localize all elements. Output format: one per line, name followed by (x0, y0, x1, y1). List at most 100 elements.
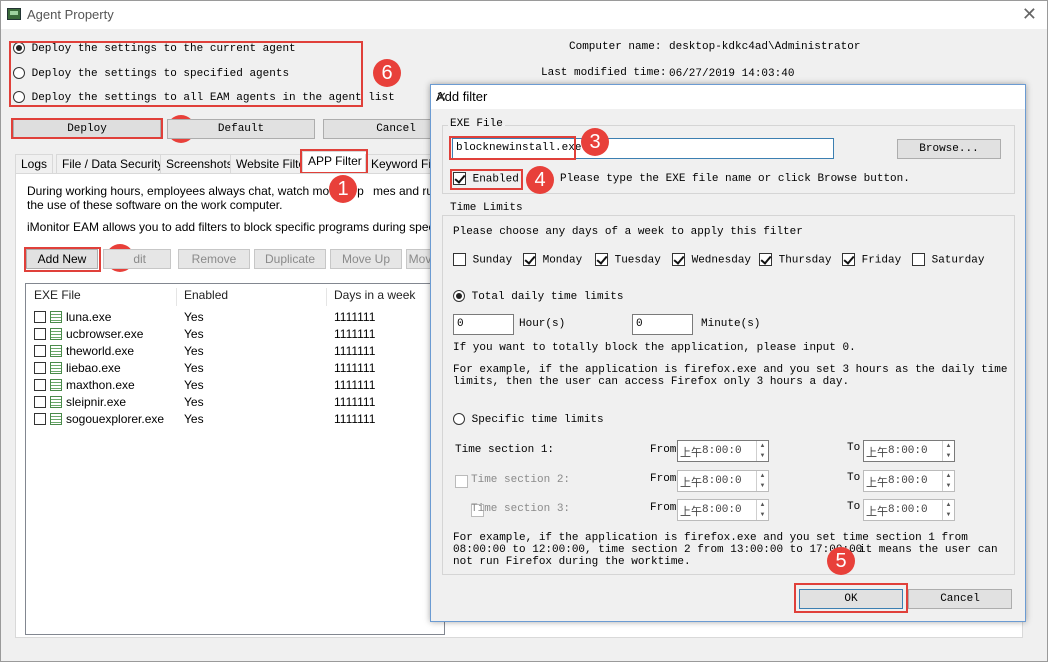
table-row[interactable]: luna.exe Yes 1111111 (26, 309, 426, 326)
time-section-1-from-picker[interactable]: 上午 8:00:0 ▲ ▼ (677, 440, 769, 462)
row-enabled: Yes (184, 344, 204, 358)
time-section-2-to: To (847, 472, 861, 484)
app-icon (7, 8, 21, 20)
table-icon (50, 311, 62, 323)
row-days: 1111111 (334, 395, 376, 409)
row-enabled: Yes (184, 395, 204, 409)
description-line-3: iMonitor EAM allows you to add filters t… (27, 220, 479, 234)
time-section-3-from-picker[interactable]: 上午 8:00:0 ▲ ▼ (677, 499, 769, 521)
row-exe: theworld.exe (66, 344, 135, 358)
day-tuesday[interactable]: Tuesday (595, 253, 661, 266)
row-days: 1111111 (334, 344, 376, 358)
day-checkbox[interactable] (842, 253, 855, 266)
time-section-3-to-picker[interactable]: 上午 8:00:0 ▲ ▼ (863, 499, 955, 521)
row-checkbox[interactable] (34, 362, 46, 374)
day-label: Thursday (778, 254, 832, 267)
table-row[interactable]: liebao.exe Yes 1111111 (26, 360, 426, 377)
window-title: Agent Property (27, 7, 114, 22)
move-up-button[interactable]: Move Up (330, 249, 402, 269)
radio-total-limits[interactable] (453, 290, 465, 302)
dialog-close-icon[interactable]: ✕ (436, 89, 1013, 105)
time-section-1-to-picker[interactable]: 上午 8:00:0 ▲ ▼ (863, 440, 955, 462)
row-exe: sogouexplorer.exe (66, 412, 165, 426)
column-days[interactable]: Days in a week (334, 288, 415, 306)
table-row[interactable]: sleipnir.exe Yes 1111111 (26, 394, 426, 411)
day-monday[interactable]: Monday (523, 253, 582, 266)
day-label: Monday (542, 254, 583, 267)
table-row[interactable]: ucbrowser.exe Yes 1111111 (26, 326, 426, 343)
remove-button[interactable]: Remove (178, 249, 250, 269)
table-icon (50, 396, 62, 408)
time-section-1-from: From (650, 444, 677, 456)
annotation-box-enabled (450, 169, 523, 190)
row-checkbox[interactable] (34, 396, 46, 408)
tab-keyword-filter[interactable]: Keyword Filte (365, 154, 435, 174)
row-checkbox[interactable] (34, 345, 46, 357)
time-section-2-from-picker[interactable]: 上午 8:00:0 ▲ ▼ (677, 470, 769, 492)
annotation-box-ok (794, 583, 908, 613)
annotation-badge-5: 5 (827, 547, 855, 575)
duplicate-button[interactable]: Duplicate (254, 249, 326, 269)
day-wednesday[interactable]: Wednesday (672, 253, 751, 266)
day-label: Saturday (931, 254, 985, 267)
spinner-icon[interactable]: ▲ ▼ (942, 500, 954, 520)
spinner-icon[interactable]: ▲ ▼ (756, 471, 768, 491)
time-limits-group (442, 215, 1015, 575)
tab-screenshots[interactable]: Screenshots (160, 154, 239, 174)
browse-button[interactable]: Browse... (897, 139, 1001, 159)
row-enabled: Yes (184, 361, 204, 375)
day-checkbox[interactable] (523, 253, 536, 266)
row-checkbox[interactable] (34, 379, 46, 391)
day-sunday[interactable]: Sunday (453, 253, 512, 266)
time-section-3-label: Time section 3: (471, 503, 571, 515)
day-checkbox[interactable] (672, 253, 685, 266)
time-section-2-to-picker[interactable]: 上午 8:00:0 ▲ ▼ (863, 470, 955, 492)
day-checkbox[interactable] (912, 253, 925, 266)
minutes-input[interactable]: 0 (632, 314, 693, 335)
day-label: Sunday (472, 254, 513, 267)
table-row[interactable]: maxthon.exe Yes 1111111 (26, 377, 426, 394)
day-checkbox[interactable] (453, 253, 466, 266)
row-checkbox[interactable] (34, 328, 46, 340)
day-friday[interactable]: Friday (842, 253, 901, 266)
day-saturday[interactable]: Saturday (912, 253, 984, 266)
total-limit-option[interactable]: Total daily time limits (453, 290, 623, 303)
specific-limit-option[interactable]: Specific time limits (453, 413, 604, 426)
hours-input[interactable]: 0 (453, 314, 514, 335)
row-checkbox[interactable] (34, 413, 46, 425)
ampm-label: 上午 (680, 506, 702, 518)
annotation-badge-4: 4 (526, 166, 554, 194)
radio-specific-limits[interactable] (453, 413, 465, 425)
annotation-badge-1: 1 (329, 175, 357, 203)
block-hint: If you want to totally block the applica… (453, 342, 856, 354)
ampm-label: 上午 (866, 477, 888, 489)
close-icon[interactable]: ✕ (1022, 4, 1037, 25)
example2-line3: not run Firefox during the worktime. (453, 556, 691, 568)
column-exe-file[interactable]: EXE File (34, 288, 81, 306)
day-checkbox[interactable] (759, 253, 772, 266)
table-icon (50, 413, 62, 425)
default-button[interactable]: Default (167, 119, 315, 139)
app-filter-list[interactable]: EXE File Enabled Days in a week luna.exe… (25, 283, 445, 635)
row-checkbox[interactable] (34, 311, 46, 323)
day-thursday[interactable]: Thursday (759, 253, 831, 266)
table-row[interactable]: sogouexplorer.exe Yes 1111111 (26, 411, 426, 428)
spinner-icon[interactable]: ▲ ▼ (942, 441, 954, 461)
column-enabled[interactable]: Enabled (184, 288, 228, 306)
spinner-icon[interactable]: ▲ ▼ (756, 500, 768, 520)
column-separator (176, 288, 177, 306)
time-section-3-to: To (847, 501, 861, 513)
annotation-box-add-new (24, 247, 101, 272)
tab-logs[interactable]: Logs (15, 154, 54, 174)
table-row[interactable]: theworld.exe Yes 1111111 (26, 343, 426, 360)
tab-file-data-security[interactable]: File / Data Security (56, 154, 170, 174)
time-section-2-checkbox[interactable] (455, 475, 468, 489)
dialog-cancel-button[interactable]: Cancel (908, 589, 1012, 609)
spinner-icon[interactable]: ▲ ▼ (756, 441, 768, 461)
spinner-icon[interactable]: ▲ ▼ (942, 471, 954, 491)
description-line-2: the use of these software on the work co… (27, 198, 283, 212)
edit-button[interactable]: dit (103, 249, 171, 269)
example2-line1: For example, if the application is firef… (453, 532, 968, 544)
day-checkbox[interactable] (595, 253, 608, 266)
row-enabled: Yes (184, 412, 204, 426)
